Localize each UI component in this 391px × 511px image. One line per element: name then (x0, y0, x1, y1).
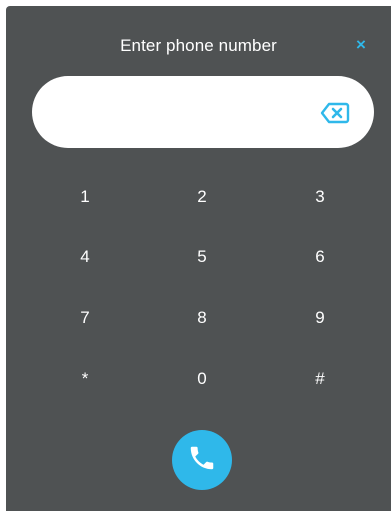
key-star[interactable]: * (45, 355, 125, 403)
phone-icon (187, 443, 217, 478)
backspace-icon[interactable] (320, 102, 350, 124)
key-8[interactable]: 8 (162, 294, 242, 342)
phone-number-field (32, 76, 374, 148)
key-hash[interactable]: # (280, 355, 360, 403)
dialog-title: Enter phone number (120, 36, 277, 55)
key-6[interactable]: 6 (280, 233, 360, 281)
phone-dialer-panel: Enter phone number × 1 2 3 4 5 6 7 8 9 *… (6, 6, 391, 511)
call-button[interactable] (172, 430, 232, 490)
key-0[interactable]: 0 (162, 355, 242, 403)
key-5[interactable]: 5 (162, 233, 242, 281)
key-7[interactable]: 7 (45, 294, 125, 342)
phone-number-input[interactable] (56, 90, 296, 134)
key-4[interactable]: 4 (45, 233, 125, 281)
key-1[interactable]: 1 (45, 173, 125, 221)
close-icon[interactable]: × (352, 33, 370, 57)
dialer-header: Enter phone number × (6, 6, 391, 86)
key-3[interactable]: 3 (280, 173, 360, 221)
key-9[interactable]: 9 (280, 294, 360, 342)
key-2[interactable]: 2 (162, 173, 242, 221)
